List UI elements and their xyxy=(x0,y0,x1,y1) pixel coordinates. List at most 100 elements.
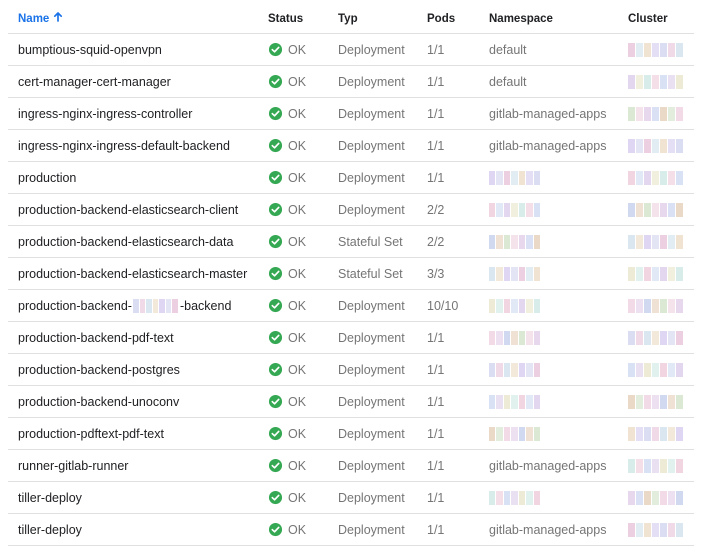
workload-name[interactable]: production-backend-postgres xyxy=(18,354,263,385)
column-header-pods[interactable]: Pods xyxy=(427,0,487,35)
workload-type: Deployment xyxy=(338,202,405,217)
workload-namespace xyxy=(489,226,624,257)
workload-name[interactable]: bumptious-squid-openvpn xyxy=(18,34,263,65)
check-circle-icon xyxy=(268,234,283,249)
workload-pods: 1/1 xyxy=(427,42,445,57)
redacted-cell xyxy=(628,74,684,89)
workload-cluster xyxy=(628,130,694,161)
workload-type: Deployment xyxy=(338,490,405,505)
status-label: OK xyxy=(288,298,307,313)
workload-pods: 1/1 xyxy=(427,362,445,377)
workload-pods: 1/1 xyxy=(427,74,445,89)
workload-name[interactable]: production-backend-unoconv xyxy=(18,386,263,417)
workload-status: OK xyxy=(268,194,338,225)
check-circle-icon xyxy=(268,170,283,185)
table-row[interactable]: production-backend-elasticsearch-master O… xyxy=(8,258,694,290)
column-header-cluster[interactable]: Cluster xyxy=(628,0,694,35)
check-circle-icon xyxy=(268,522,283,537)
workload-namespace: gitlab-managed-apps xyxy=(489,522,607,537)
workload-name-prefix: production-backend- xyxy=(18,298,132,313)
workload-name[interactable]: production-backend-elasticsearch-master xyxy=(18,258,263,289)
redacted-cell xyxy=(628,138,684,153)
check-circle-icon xyxy=(268,394,283,409)
table-row[interactable]: tiller-deploy OK Deployment 1/1 xyxy=(8,482,694,514)
workload-status: OK xyxy=(268,354,338,385)
status-label: OK xyxy=(288,202,307,217)
table-row[interactable]: production OK Deployment 1/1 xyxy=(8,162,694,194)
workload-status: OK xyxy=(268,98,338,129)
workload-name[interactable]: production-backend-elasticsearch-data xyxy=(18,226,263,257)
table-row[interactable]: production-pdftext-pdf-text OK Deployment 1… xyxy=(8,418,694,450)
workload-status: OK xyxy=(268,418,338,449)
workload-status: OK xyxy=(268,322,338,353)
status-label: OK xyxy=(288,426,307,441)
column-header-name[interactable]: Name xyxy=(18,0,263,35)
workload-pods: 1/1 xyxy=(427,170,445,185)
status-label: OK xyxy=(288,234,307,249)
workload-namespace xyxy=(489,162,624,193)
workload-cluster xyxy=(628,66,694,97)
workload-namespace xyxy=(489,418,624,449)
check-circle-icon xyxy=(268,266,283,281)
table-row[interactable]: tiller-deploy OK Deployment 1/1 gitlab-manag… xyxy=(8,514,694,546)
workload-name[interactable]: ingress-nginx-ingress-controller xyxy=(18,98,263,129)
workload-cluster xyxy=(628,162,694,193)
table-row[interactable]: production-backend-pdf-text OK Deployment 1… xyxy=(8,322,694,354)
table-row[interactable]: ingress-nginx-ingress-default-backend OK D… xyxy=(8,130,694,162)
check-circle-icon xyxy=(268,362,283,377)
table-row[interactable]: production-backend-unoconv OK Deployment 1/… xyxy=(8,386,694,418)
redacted-cell xyxy=(628,522,684,537)
redacted-cell xyxy=(489,202,541,217)
workload-namespace: gitlab-managed-apps xyxy=(489,106,607,121)
column-header-status[interactable]: Status xyxy=(268,0,338,35)
workload-namespace xyxy=(489,482,624,513)
table-row[interactable]: production-backend-postgres OK Deployment 1… xyxy=(8,354,694,386)
table-row[interactable]: runner-gitlab-runner OK Deployment 1/1 gitla… xyxy=(8,450,694,482)
workload-cluster xyxy=(628,418,694,449)
status-label: OK xyxy=(288,74,307,89)
column-header-type[interactable]: Typ xyxy=(338,0,428,35)
workload-name[interactable]: ingress-nginx-ingress-default-backend xyxy=(18,130,263,161)
workload-pods: 1/1 xyxy=(427,394,445,409)
workload-status: OK xyxy=(268,226,338,257)
workload-type: Deployment xyxy=(338,74,405,89)
workload-pods: 10/10 xyxy=(427,298,459,313)
redacted-cell xyxy=(628,202,684,217)
workload-type: Deployment xyxy=(338,170,405,185)
redacted-cell xyxy=(489,362,541,377)
workload-name[interactable]: production-backend- -backend xyxy=(18,290,263,321)
workload-name[interactable]: cert-manager-cert-manager xyxy=(18,66,263,97)
table-row[interactable]: production-backend-elasticsearch-data OK S… xyxy=(8,226,694,258)
workload-name[interactable]: runner-gitlab-runner xyxy=(18,450,263,481)
workload-pods: 1/1 xyxy=(427,458,445,473)
check-circle-icon xyxy=(268,298,283,313)
column-header-name-label: Name xyxy=(18,12,50,25)
workload-type: Deployment xyxy=(338,298,405,313)
workload-status: OK xyxy=(268,290,338,321)
status-label: OK xyxy=(288,458,307,473)
workload-namespace xyxy=(489,322,624,353)
status-label: OK xyxy=(288,394,307,409)
workload-status: OK xyxy=(268,34,338,65)
table-row[interactable]: cert-manager-cert-manager OK Deployment 1/1… xyxy=(8,66,694,98)
workload-name[interactable]: production xyxy=(18,162,263,193)
workload-name[interactable]: production-backend-pdf-text xyxy=(18,322,263,353)
workload-name[interactable]: production-pdftext-pdf-text xyxy=(18,418,263,449)
redacted-cell xyxy=(628,394,684,409)
workload-cluster xyxy=(628,450,694,481)
redacted-cell xyxy=(489,330,541,345)
column-header-namespace[interactable]: Namespace xyxy=(489,0,624,35)
workload-type: Deployment xyxy=(338,106,405,121)
table-row[interactable]: production-backend- -backend OK Deployment 1… xyxy=(8,290,694,322)
workload-name[interactable]: production-backend-elasticsearch-client xyxy=(18,194,263,225)
workload-name[interactable]: tiller-deploy xyxy=(18,514,263,545)
workload-name[interactable]: tiller-deploy xyxy=(18,482,263,513)
table-row[interactable]: ingress-nginx-ingress-controller OK Deploy… xyxy=(8,98,694,130)
redacted-cell xyxy=(628,266,684,281)
workload-status: OK xyxy=(268,514,338,545)
table-row[interactable]: production-backend-elasticsearch-client O… xyxy=(8,194,694,226)
redacted-cell xyxy=(628,490,684,505)
workload-pods: 1/1 xyxy=(427,426,445,441)
status-label: OK xyxy=(288,170,307,185)
table-row[interactable]: bumptious-squid-openvpn OK Deployment 1/1 de… xyxy=(8,34,694,66)
